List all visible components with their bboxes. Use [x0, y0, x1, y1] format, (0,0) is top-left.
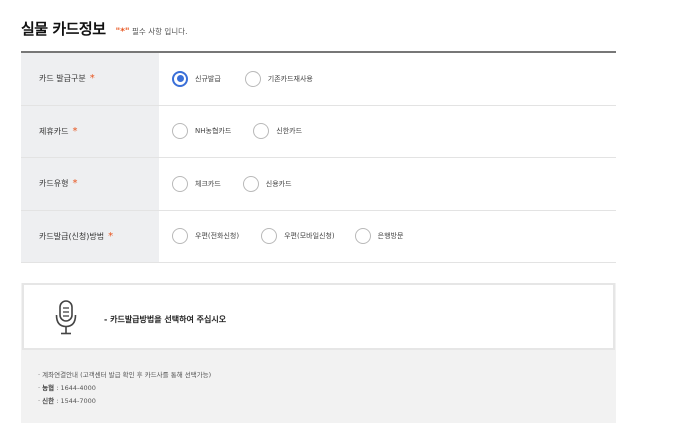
notice-message-box: - 카드발급방법을 선택하여 주십시오	[22, 283, 615, 350]
radio-button[interactable]	[172, 228, 188, 244]
row-label-issue-type: 카드 발급구분 *	[21, 53, 159, 105]
radio-label: 은행방문	[377, 232, 404, 240]
row-label-text: 카드발급(신청)방법	[39, 231, 105, 241]
radio-label: 우편(전화신청)	[195, 232, 240, 240]
radio-option-new-issue[interactable]: 신규발급	[172, 70, 221, 87]
radio-button[interactable]	[172, 70, 188, 87]
notice-panel: - 카드발급방법을 선택하여 주십시오 · 계좌연결안내 (고객센터 발급 확인…	[21, 283, 616, 423]
required-star: *	[72, 178, 78, 190]
options-issue-type: 신규발급 기존카드재사용	[159, 53, 616, 105]
note-item: · 계좌연결안내 (고객센터 발급 확인 후 카드사를 통해 선택가능)	[38, 371, 212, 379]
radio-label: 신용카드	[265, 179, 292, 188]
note-item: · 신한 : 1544-7000	[38, 397, 96, 405]
notice-notes: · 계좌연결안내 (고객센터 발급 확인 후 카드사를 통해 선택가능) · 농…	[38, 369, 211, 408]
section-header: 실물 카드정보 "*" 필수 사항 입니다.	[21, 18, 187, 39]
options-card-type: 체크카드 신용카드	[159, 158, 616, 210]
card-info-form: 카드 발급구분 * 신규발급 기존카드재사용 제휴카드 * NH농협카드 신한카…	[21, 51, 616, 263]
options-partner-card: NH농협카드 신한카드	[159, 106, 616, 158]
form-row-partner-card: 제휴카드 * NH농협카드 신한카드	[21, 105, 616, 158]
notice-message: - 카드발급방법을 선택하여 주십시오	[104, 315, 227, 324]
row-label-text: 카드 발급구분	[39, 74, 86, 84]
row-label-card-type: 카드유형 *	[21, 158, 159, 210]
radio-label: 신한카드	[276, 127, 303, 136]
radio-label: 우편(모바일신청)	[284, 232, 335, 240]
radio-option-shinhan-card[interactable]: 신한카드	[253, 123, 303, 140]
page-title: 실물 카드정보	[21, 20, 106, 38]
form-row-issue-type: 카드 발급구분 * 신규발급 기존카드재사용	[21, 53, 616, 106]
required-mark: "*"	[115, 27, 130, 37]
required-text: 필수 사항 입니다.	[132, 27, 188, 36]
radio-option-check-card[interactable]: 체크카드	[172, 175, 221, 192]
radio-button[interactable]	[242, 175, 259, 192]
radio-label: 체크카드	[195, 179, 221, 188]
required-note: "*" 필수 사항 입니다.	[116, 26, 188, 37]
radio-option-bank-visit[interactable]: 은행방문	[354, 228, 404, 244]
row-label-partner-card: 제휴카드 *	[21, 105, 159, 157]
radio-label: NH농협카드	[195, 127, 232, 136]
required-star: *	[72, 125, 78, 137]
microphone-icon	[55, 300, 77, 340]
row-label-issue-method: 카드발급(신청)방법 *	[21, 210, 159, 262]
radio-option-mail-mobile[interactable]: 우편(모바일신청)	[261, 228, 335, 244]
row-label-text: 제휴카드	[39, 126, 69, 136]
radio-button[interactable]	[261, 228, 278, 244]
radio-option-nh-card[interactable]: NH농협카드	[172, 123, 232, 140]
required-star: *	[89, 73, 95, 85]
radio-button[interactable]	[253, 123, 270, 140]
radio-button[interactable]	[244, 70, 261, 87]
radio-button[interactable]	[172, 175, 188, 192]
form-row-issue-method: 카드발급(신청)방법 * 우편(전화신청) 우편(모바일신청) 은행방문	[21, 210, 616, 263]
radio-label: 기존카드재사용	[267, 74, 313, 83]
form-row-card-type: 카드유형 * 체크카드 신용카드	[21, 158, 616, 211]
radio-button[interactable]	[172, 123, 188, 140]
row-label-text: 카드유형	[39, 179, 69, 189]
radio-option-credit-card[interactable]: 신용카드	[242, 175, 292, 192]
required-star: *	[108, 230, 114, 242]
radio-label: 신규발급	[195, 74, 221, 83]
note-item: · 농협 : 1644-4000	[38, 384, 96, 392]
radio-option-mail-phone[interactable]: 우편(전화신청)	[172, 228, 239, 244]
radio-option-reuse-card[interactable]: 기존카드재사용	[244, 70, 313, 87]
radio-button[interactable]	[354, 228, 371, 244]
options-issue-method: 우편(전화신청) 우편(모바일신청) 은행방문	[159, 211, 616, 262]
